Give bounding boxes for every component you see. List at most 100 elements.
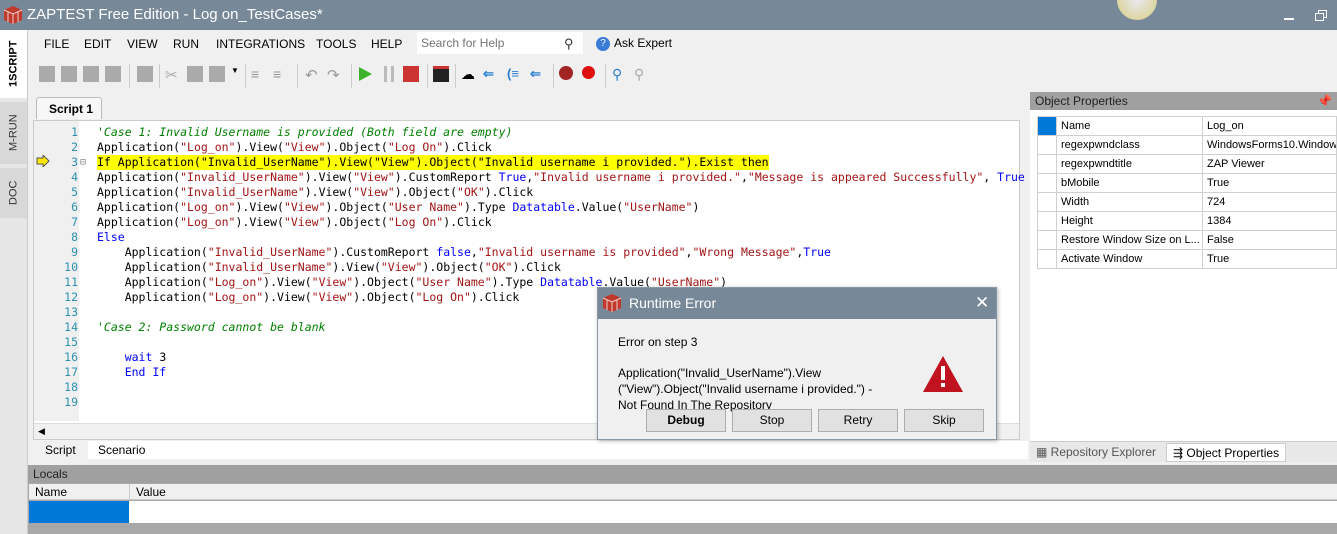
step-into-icon[interactable]: ⇐ xyxy=(483,66,499,82)
code-line[interactable]: 7 Application("Log_on").View("View").Obje… xyxy=(34,215,1019,230)
property-row[interactable]: Width 724 xyxy=(1037,192,1337,212)
property-row[interactable]: Activate Window True xyxy=(1037,249,1337,269)
paste-dropdown-icon[interactable]: ▼ xyxy=(231,66,239,82)
scroll-left-icon[interactable]: ◀ xyxy=(38,426,45,437)
property-row[interactable]: Height 1384 xyxy=(1037,211,1337,231)
menu-edit[interactable]: EDIT xyxy=(84,37,111,51)
property-value[interactable]: True xyxy=(1202,249,1337,269)
tab-scenario[interactable]: Scenario xyxy=(86,441,157,459)
breakpoint-icon[interactable] xyxy=(559,66,573,80)
code-token: "Log_on" xyxy=(180,200,236,214)
stop-button[interactable]: Stop xyxy=(732,409,812,432)
side-tab-1script[interactable]: 1SCRIPT xyxy=(0,30,27,98)
find-icon[interactable]: ⚲ xyxy=(612,66,628,82)
property-value[interactable]: WindowsForms10.Window. xyxy=(1202,135,1337,155)
retry-button[interactable]: Retry xyxy=(818,409,898,432)
indent-icon[interactable]: ≡ xyxy=(251,66,267,82)
code-line[interactable]: 2 Application("Log_on").View("View").Obje… xyxy=(34,140,1019,155)
property-row[interactable]: Restore Window Size on L... False xyxy=(1037,230,1337,250)
cloud-icon[interactable]: ☁ xyxy=(461,66,477,82)
property-value[interactable]: Log_on xyxy=(1202,116,1337,136)
search-help-input[interactable] xyxy=(417,32,583,54)
skip-button[interactable]: Skip xyxy=(904,409,984,432)
code-line[interactable]: 3 If Application("Invalid_UserName").View… xyxy=(34,155,1019,170)
locals-row[interactable] xyxy=(29,501,1337,523)
pin-icon[interactable]: 📌 xyxy=(1317,94,1332,108)
code-token: True xyxy=(498,170,527,184)
selected-cell[interactable] xyxy=(29,501,129,523)
ask-expert-link[interactable]: Ask Expert xyxy=(614,36,672,50)
row-selector[interactable] xyxy=(1037,249,1057,269)
tab-object-properties[interactable]: ⇶ Object Properties xyxy=(1166,443,1287,462)
replace-icon[interactable]: ⚲ xyxy=(634,66,650,82)
run-play-icon[interactable] xyxy=(357,66,373,82)
pause-icon[interactable] xyxy=(381,66,397,82)
menu-file[interactable]: FILE xyxy=(44,37,69,51)
code-token: "Log_on" xyxy=(207,275,264,289)
restore-button[interactable] xyxy=(1315,10,1327,22)
row-selector[interactable] xyxy=(1037,173,1057,193)
fold-toggle-icon[interactable]: ⊟ xyxy=(80,155,86,170)
row-selector[interactable] xyxy=(1037,230,1057,250)
code-line[interactable]: 5 Application("Invalid_UserName").View("V… xyxy=(34,185,1019,200)
paste-icon[interactable] xyxy=(209,66,225,82)
debug-button[interactable]: Debug xyxy=(646,409,726,432)
step-out-icon[interactable]: ⇐ xyxy=(530,66,546,82)
menu-view[interactable]: VIEW xyxy=(127,37,158,51)
row-selector[interactable] xyxy=(1037,154,1057,174)
cut-icon[interactable]: ✂ xyxy=(165,66,181,84)
code-token: "Log_on" xyxy=(180,215,236,229)
property-row[interactable]: Name Log_on xyxy=(1037,116,1337,136)
row-selector[interactable] xyxy=(1037,192,1057,212)
save-all-icon[interactable] xyxy=(105,66,121,82)
code-token: wait xyxy=(97,350,160,364)
code-line[interactable]: 9 Application("Invalid_UserName").Custom… xyxy=(34,245,1019,260)
code-line[interactable]: 8 Else xyxy=(34,230,1019,245)
property-row[interactable]: regexpwndtitle ZAP Viewer xyxy=(1037,154,1337,174)
property-row[interactable]: regexpwndclass WindowsForms10.Window. xyxy=(1037,135,1337,155)
property-value[interactable]: True xyxy=(1202,173,1337,193)
code-line[interactable]: 6 Application("Log_on").View("View").Obje… xyxy=(34,200,1019,215)
search-icon[interactable]: ⚲ xyxy=(564,36,574,52)
record-object-icon[interactable] xyxy=(433,66,449,82)
open-folder-icon[interactable] xyxy=(61,66,77,82)
row-selector[interactable] xyxy=(1037,116,1057,136)
code-token: Datatable xyxy=(512,200,575,214)
close-icon[interactable]: ✕ xyxy=(975,293,989,313)
zaptest-logo-icon xyxy=(602,294,622,312)
stop-icon[interactable] xyxy=(403,66,419,82)
dialog-title: Runtime Error xyxy=(629,295,717,311)
import-icon[interactable] xyxy=(83,66,99,82)
outdent-icon[interactable]: ≡ xyxy=(273,66,289,82)
new-file-icon[interactable] xyxy=(39,66,55,82)
minimize-button[interactable] xyxy=(1284,18,1294,20)
property-value[interactable]: ZAP Viewer xyxy=(1202,154,1337,174)
tab-repository-explorer[interactable]: ▦ Repository Explorer xyxy=(1036,445,1156,459)
redo-icon[interactable]: ↷ xyxy=(327,66,343,84)
side-tab-doc[interactable]: DOC xyxy=(0,168,27,218)
menu-tools[interactable]: TOOLS xyxy=(316,37,356,51)
code-token: ).View( xyxy=(235,200,284,214)
code-line[interactable]: 10 Application("Invalid_UserName").View(… xyxy=(34,260,1019,275)
clear-breakpoints-icon[interactable] xyxy=(582,66,595,79)
row-selector[interactable] xyxy=(1037,211,1057,231)
side-tab-m-run[interactable]: M-RUN xyxy=(0,102,27,164)
property-row[interactable]: bMobile True xyxy=(1037,173,1337,193)
property-value[interactable]: False xyxy=(1202,230,1337,250)
tab-script[interactable]: Script xyxy=(33,441,88,459)
help-bubble-icon: ? xyxy=(596,37,610,51)
property-value[interactable]: 724 xyxy=(1202,192,1337,212)
locals-header: Name Value xyxy=(29,484,1337,500)
settings-sliders-icon[interactable] xyxy=(137,66,153,82)
step-over-icon[interactable]: (≡ xyxy=(507,66,523,82)
property-value[interactable]: 1384 xyxy=(1202,211,1337,231)
undo-icon[interactable]: ↶ xyxy=(305,66,321,84)
menu-run[interactable]: RUN xyxy=(173,37,199,51)
menu-integrations[interactable]: INTEGRATIONS xyxy=(216,37,305,51)
row-selector[interactable] xyxy=(1037,135,1057,155)
tab-script-1[interactable]: Script 1 xyxy=(36,97,102,119)
menu-help[interactable]: HELP xyxy=(371,37,402,51)
copy-icon[interactable] xyxy=(187,66,203,82)
code-line[interactable]: 1 'Case 1: Invalid Username is provided (… xyxy=(34,125,1019,140)
code-line[interactable]: 4 Application("Invalid_UserName").View("V… xyxy=(34,170,1025,185)
